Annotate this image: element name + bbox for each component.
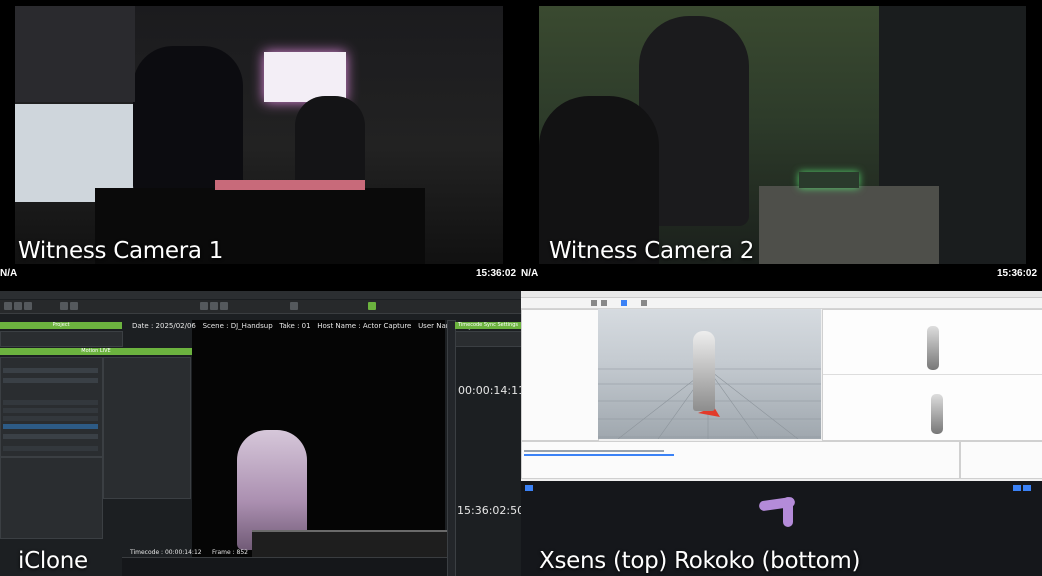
menu-bar[interactable]: [0, 291, 521, 299]
tool-icon[interactable]: [4, 302, 12, 310]
log-line: [524, 450, 664, 452]
light-panel: [264, 52, 346, 102]
screen-caption: iClone: [18, 548, 88, 574]
dj-deck-light: [215, 180, 365, 190]
tool-icon[interactable]: [290, 302, 298, 310]
camera-caption: Witness Camera 1: [18, 238, 224, 264]
tool-icon[interactable]: [70, 302, 78, 310]
xsens-avatar[interactable]: [693, 331, 715, 411]
project-panel-header[interactable]: Project: [0, 322, 122, 329]
list-item[interactable]: [3, 378, 98, 383]
tool-icon[interactable]: [200, 302, 208, 310]
timecode-sync-header[interactable]: Timecode Sync Settings: [455, 322, 521, 329]
dj-table-prop: [252, 530, 452, 559]
side-tabs[interactable]: [447, 320, 456, 576]
view-toggle-icon[interactable]: [1013, 485, 1021, 491]
toolbar: [521, 298, 1042, 309]
witness-camera-2-feed: Witness Camera 2: [539, 6, 1026, 264]
status-time-right: 15:36:02: [997, 268, 1038, 279]
rokoko-avatar-body: [783, 497, 793, 527]
status-strip: N/A 15:36:02 N/A 15:36:02: [0, 266, 1042, 282]
camera-caption: Witness Camera 2: [549, 238, 755, 264]
side-views[interactable]: [822, 309, 1042, 441]
status-label-right: N/A: [521, 268, 539, 279]
tool-icon[interactable]: [210, 302, 218, 310]
timecode-sync-controls[interactable]: [455, 331, 521, 347]
list-item[interactable]: [3, 416, 98, 421]
motion-live-device-list: [0, 357, 103, 457]
info-host: Host Name : Actor Capture: [317, 322, 412, 330]
toolbar: [0, 300, 521, 314]
list-item[interactable]: [3, 368, 98, 373]
background-crew: [15, 6, 135, 102]
character-settings: [0, 457, 103, 539]
timeline[interactable]: [122, 557, 447, 576]
performer-silhouette: [133, 46, 243, 196]
log-line: [524, 454, 674, 456]
xsens-3d-view[interactable]: [598, 309, 821, 439]
list-item[interactable]: [3, 400, 98, 405]
viewport-info-bar: Date : 2025/02/06 Scene : DJ_Handsup Tak…: [132, 322, 521, 330]
menu-icon[interactable]: [525, 485, 533, 491]
tool-icon[interactable]: [601, 300, 607, 306]
tool-icon[interactable]: [368, 302, 376, 310]
character-list-header[interactable]: [3, 434, 98, 439]
list-item[interactable]: [3, 408, 98, 413]
tool-icon[interactable]: [591, 300, 597, 306]
status-label-left: N/A: [0, 268, 18, 279]
project-panel: [0, 331, 123, 347]
witness-camera-1-feed: Witness Camera 1: [15, 6, 503, 264]
tool-icon[interactable]: [24, 302, 32, 310]
xsens-rokoko-screen: Xsens (top) Rokoko (bottom): [521, 291, 1042, 576]
divider: [823, 374, 1042, 375]
view-toggle-icon[interactable]: [1023, 485, 1031, 491]
desk: [759, 186, 939, 264]
3d-viewport[interactable]: Date : 2025/02/06 Scene : DJ_Handsup Tak…: [130, 320, 521, 559]
log-panel[interactable]: [521, 441, 960, 479]
status-time-left: 15:36:02: [476, 268, 517, 279]
avatar-side-view: [931, 394, 943, 434]
device-settings-panel: [103, 357, 191, 499]
avatar-front-view: [927, 326, 939, 370]
tool-icon[interactable]: [220, 302, 228, 310]
list-item[interactable]: [3, 446, 98, 451]
warnings-panel[interactable]: [960, 441, 1042, 479]
frame-label: Frame : 852: [212, 549, 248, 556]
iclone-screen: Project Motion LIVE Date : 2025/02/06 Sc…: [0, 291, 521, 576]
screen-caption: Xsens (top) Rokoko (bottom): [539, 548, 861, 574]
menu-bar[interactable]: [521, 291, 1042, 298]
tool-icon[interactable]: [14, 302, 22, 310]
timecode-label: Timecode : 00:00:14:12: [130, 549, 202, 556]
info-scene: Scene : DJ_Handsup: [202, 322, 273, 330]
session-tree[interactable]: [521, 309, 599, 441]
list-item-selected[interactable]: [3, 424, 98, 429]
tool-icon[interactable]: [60, 302, 68, 310]
keyboard: [799, 172, 859, 188]
motion-live-header[interactable]: Motion LIVE: [0, 348, 192, 355]
info-date: Date : 2025/02/06: [132, 322, 196, 330]
timecode-readout-small: 00:00:14:11: [458, 384, 521, 397]
tool-icon[interactable]: [621, 300, 627, 306]
timecode-readout-big: 15:36:02:50: [457, 504, 521, 517]
tool-icon[interactable]: [641, 300, 647, 306]
info-take: Take : 01: [279, 322, 311, 330]
